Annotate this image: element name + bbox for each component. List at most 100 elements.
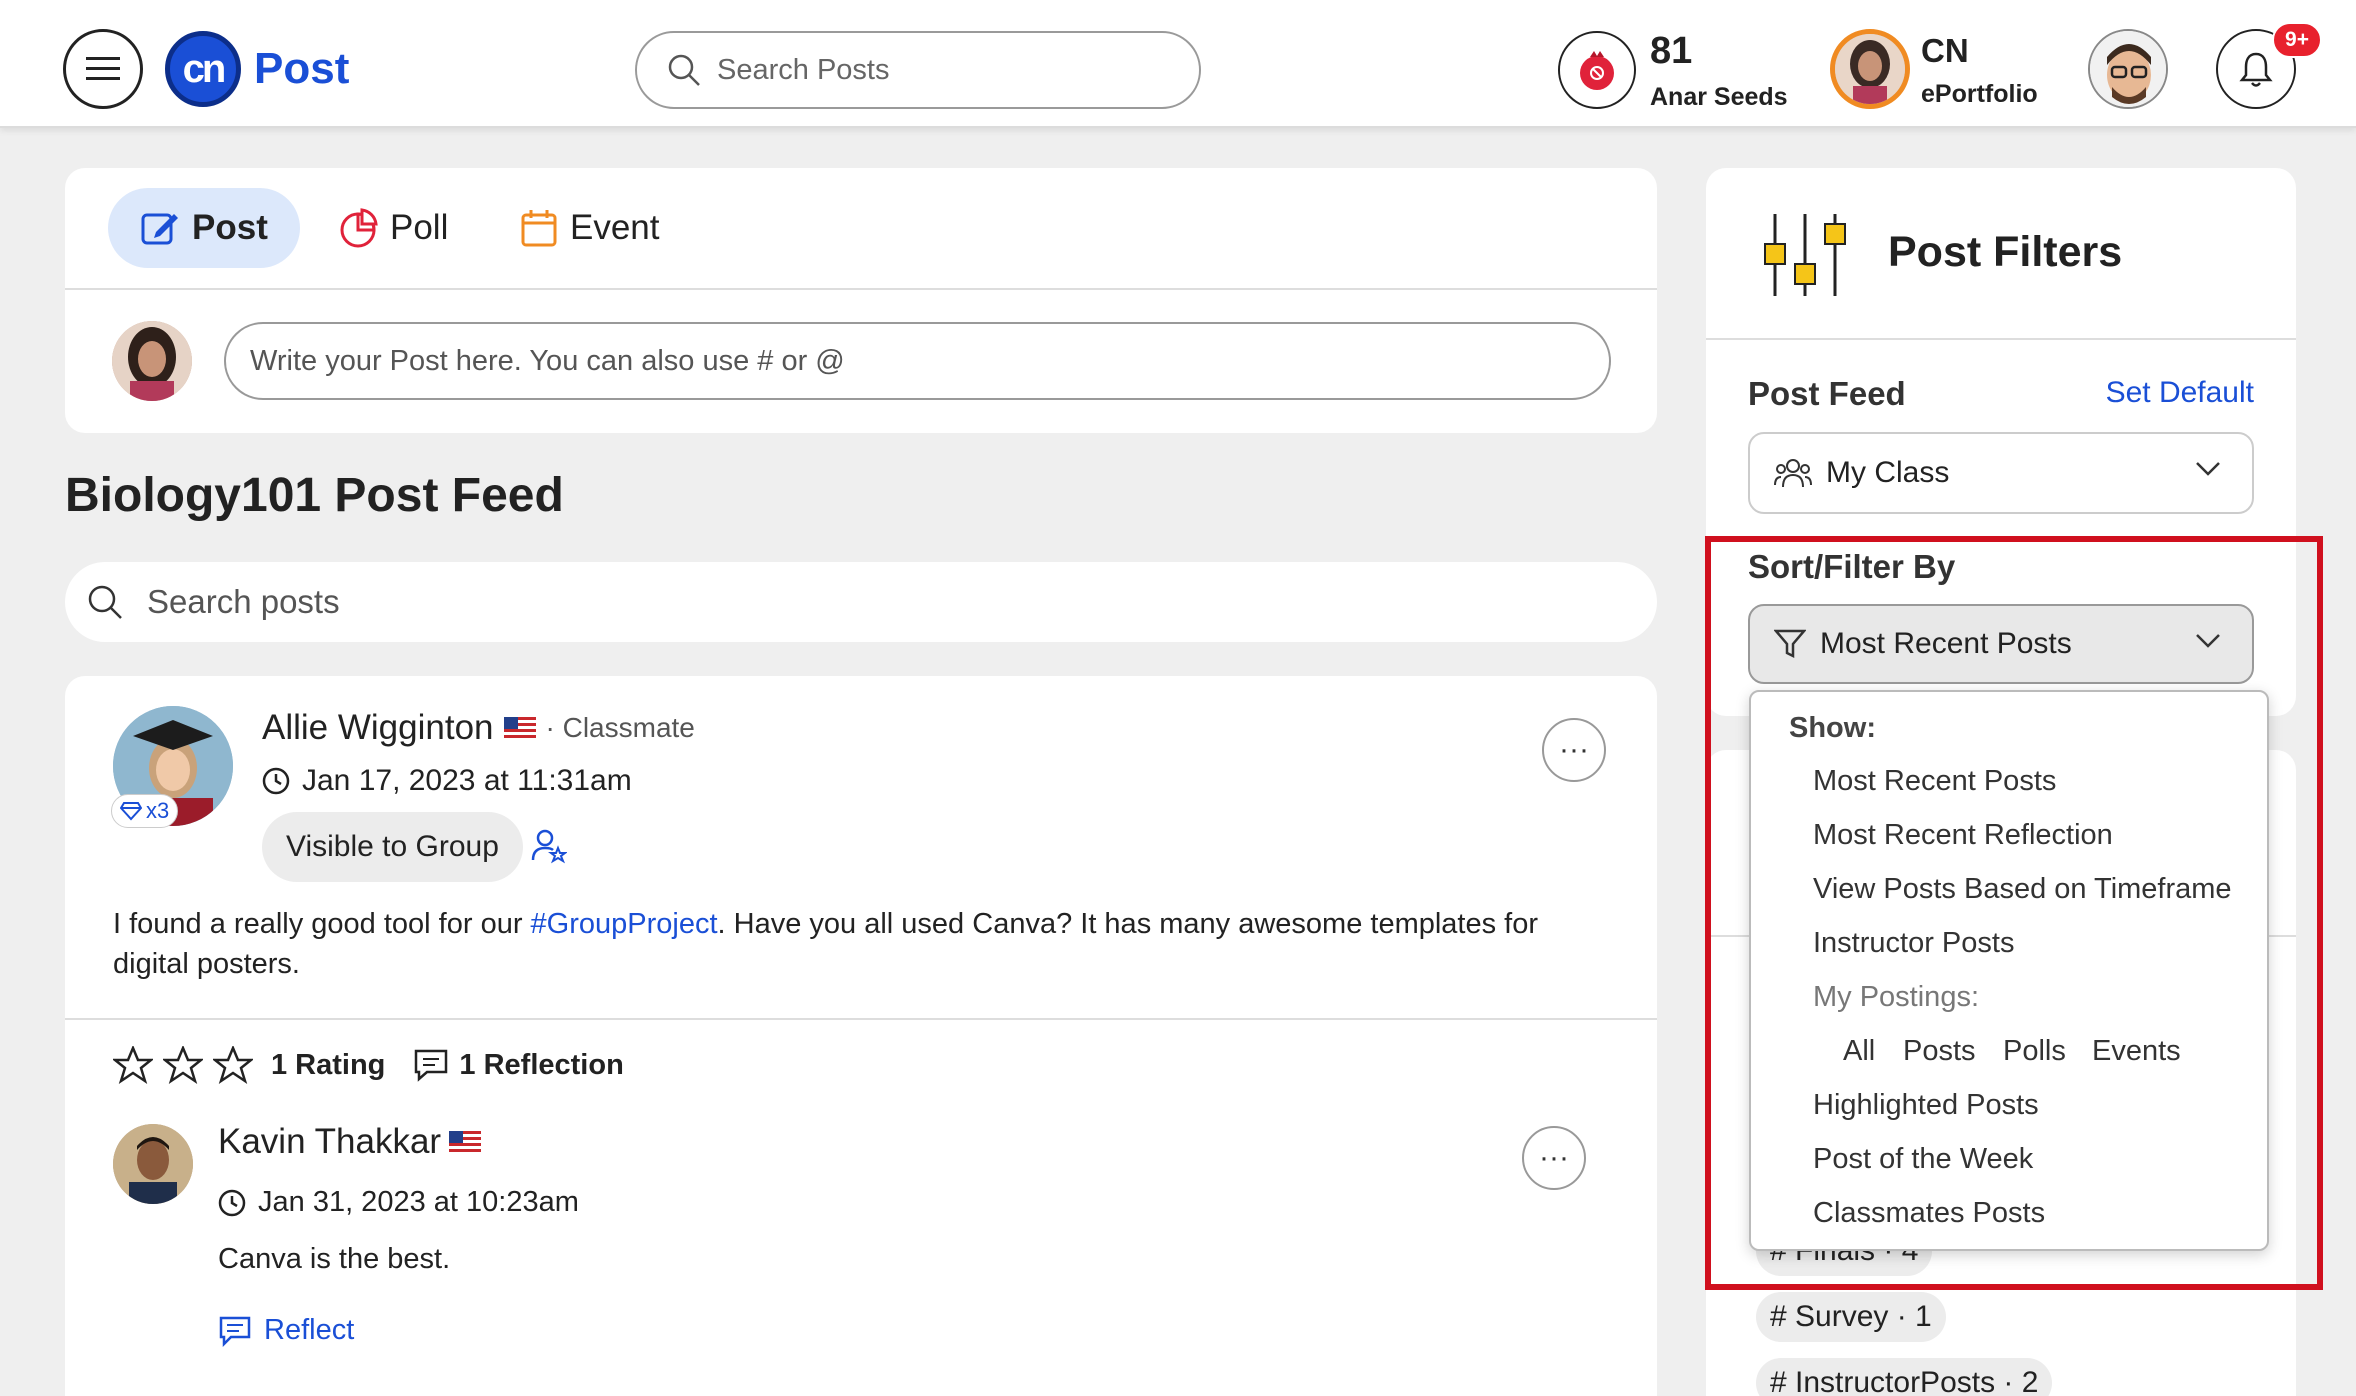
chevron-down-icon — [2196, 462, 2220, 476]
pie-chart-icon — [340, 208, 378, 248]
search-icon — [88, 585, 122, 619]
sort-selected-value: Most Recent Posts — [1820, 627, 2072, 660]
eportfolio-title[interactable]: CN — [1921, 32, 1969, 70]
divider — [1706, 338, 2296, 340]
eportfolio-subtitle[interactable]: ePortfolio — [1921, 80, 2038, 109]
menu-item-view-posts-timeframe[interactable]: View Posts Based on Timeframe — [1813, 873, 2232, 906]
feed-search-input[interactable]: Search posts — [65, 562, 1657, 642]
chevron-down-icon — [2196, 634, 2220, 648]
edit-icon — [141, 213, 178, 245]
filters-title: Post Filters — [1888, 228, 2123, 276]
hamburger-menu-button[interactable] — [63, 29, 143, 109]
hashtag-link[interactable]: #GroupProject — [531, 908, 718, 940]
reply-more-button[interactable]: ··· — [1522, 1126, 1586, 1190]
menu-item-my-polls[interactable]: Polls — [2003, 1035, 2066, 1068]
reflection-count[interactable]: 1 Reflection — [459, 1049, 623, 1082]
menu-item-most-recent-reflection[interactable]: Most Recent Reflection — [1813, 819, 2113, 852]
tab-post-label: Post — [192, 208, 268, 247]
tab-event-label: Event — [570, 208, 660, 247]
my-postings-label: My Postings: — [1813, 981, 1979, 1013]
clock-icon — [262, 767, 290, 795]
cartoon-avatar-icon — [2090, 31, 2166, 107]
menu-item-my-all[interactable]: All — [1843, 1035, 1875, 1068]
notification-count-badge: 9+ — [2272, 22, 2322, 58]
composer-avatar — [112, 321, 192, 401]
dropdown-show-label: Show: — [1789, 712, 1876, 744]
seed-count: 81 — [1650, 30, 1693, 72]
post-more-button[interactable]: ··· — [1542, 718, 1606, 782]
star-icon[interactable] — [163, 1046, 203, 1084]
post-timestamp-text: Jan 17, 2023 at 11:31am — [302, 764, 632, 797]
eportfolio-avatar[interactable] — [1830, 29, 1910, 109]
reflect-label: Reflect — [264, 1314, 355, 1346]
menu-item-most-recent-posts[interactable]: Most Recent Posts — [1813, 765, 2056, 798]
post-filters-panel: Post Filters Post Feed Set Default My Cl… — [1706, 168, 2296, 716]
hashtag-chip-survey[interactable]: # Survey · 1 — [1756, 1292, 1946, 1342]
reply-author-avatar[interactable] — [113, 1124, 193, 1204]
star-icon[interactable] — [113, 1046, 153, 1084]
app-logo[interactable]: cn — [165, 31, 241, 107]
gem-badge: x3 — [111, 794, 179, 828]
sliders-icon — [1764, 214, 1846, 296]
sort-filter-label: Sort/Filter By — [1748, 548, 1956, 585]
comment-icon — [415, 1049, 448, 1082]
group-visibility-icon[interactable] — [531, 828, 568, 869]
rating-row: 1 Rating 1 Reflection — [113, 1046, 624, 1084]
menu-item-my-events[interactable]: Events — [2092, 1035, 2181, 1068]
post-author-role: · Classmate — [545, 712, 695, 743]
filter-icon — [1774, 629, 1806, 659]
post-author-name[interactable]: Allie Wigginton — [262, 708, 494, 748]
header-search-input[interactable]: Search Posts — [635, 31, 1201, 109]
star-icon[interactable] — [213, 1046, 253, 1084]
diamond-icon — [120, 802, 142, 821]
user-avatar[interactable] — [2088, 29, 2168, 109]
user-star-icon — [531, 829, 568, 864]
hashtag-chip-instructorposts[interactable]: # InstructorPosts · 2 — [1756, 1358, 2053, 1396]
menu-item-highlighted-posts[interactable]: Highlighted Posts — [1813, 1089, 2039, 1122]
logo-badge-text: cn — [182, 46, 227, 91]
tab-poll[interactable]: Poll — [338, 188, 448, 268]
menu-item-post-of-the-week[interactable]: Post of the Week — [1813, 1143, 2033, 1176]
tab-event[interactable]: Event — [520, 188, 660, 268]
post-timestamp: Jan 17, 2023 at 11:31am — [262, 764, 632, 798]
menu-item-classmates-posts[interactable]: Classmates Posts — [1813, 1197, 2045, 1230]
reply-user-photo — [113, 1124, 193, 1204]
post-composer: Post Poll Event Write your Post here. Yo… — [65, 168, 1657, 433]
sort-filter-select[interactable]: Most Recent Posts — [1748, 604, 2254, 684]
divider — [65, 288, 1657, 290]
gem-count: x3 — [146, 798, 170, 823]
feed-search-placeholder: Search posts — [147, 583, 340, 620]
bell-icon — [2239, 52, 2273, 87]
portfolio-user-photo — [1835, 34, 1905, 104]
reply-timestamp: Jan 31, 2023 at 10:23am — [218, 1186, 579, 1219]
reflect-icon — [219, 1316, 251, 1347]
tab-post[interactable]: Post — [108, 188, 300, 268]
post-feed-select[interactable]: My Class — [1748, 432, 2254, 514]
search-icon — [668, 54, 700, 86]
set-default-link[interactable]: Set Default — [2106, 376, 2254, 410]
reflect-button[interactable]: Reflect — [218, 1314, 354, 1347]
feed-selected-value: My Class — [1826, 456, 1950, 489]
post-author: Allie Wigginton · Classmate — [262, 708, 695, 748]
menu-item-my-posts[interactable]: Posts — [1903, 1035, 1976, 1068]
reply-timestamp-text: Jan 31, 2023 at 10:23am — [258, 1186, 579, 1218]
hamburger-icon — [86, 57, 120, 80]
menu-item-instructor-posts[interactable]: Instructor Posts — [1813, 927, 2014, 960]
post-composer-input[interactable]: Write your Post here. You can also use #… — [224, 322, 1611, 400]
post-card: x3 Allie Wigginton · Classmate Jan 17, 2… — [65, 676, 1657, 1396]
tab-poll-label: Poll — [390, 208, 449, 247]
seed-label: Anar Seeds — [1650, 83, 1788, 111]
visibility-pill[interactable]: Visible to Group — [262, 812, 523, 882]
rating-count: 1 Rating — [271, 1048, 386, 1081]
app-title: Post — [254, 44, 350, 93]
sort-filter-dropdown: Show: Most Recent Posts Most Recent Refl… — [1749, 690, 2269, 1251]
anar-seeds-button[interactable] — [1558, 31, 1636, 109]
header-search-placeholder: Search Posts — [717, 53, 890, 86]
users-icon — [1774, 459, 1812, 488]
reply-author-name[interactable]: Kavin Thakkar — [218, 1122, 441, 1162]
calendar-icon — [521, 210, 557, 247]
divider — [65, 1018, 1657, 1020]
user-photo — [112, 321, 192, 401]
us-flag-icon — [503, 717, 536, 739]
reply-text: Canva is the best. — [218, 1243, 451, 1275]
